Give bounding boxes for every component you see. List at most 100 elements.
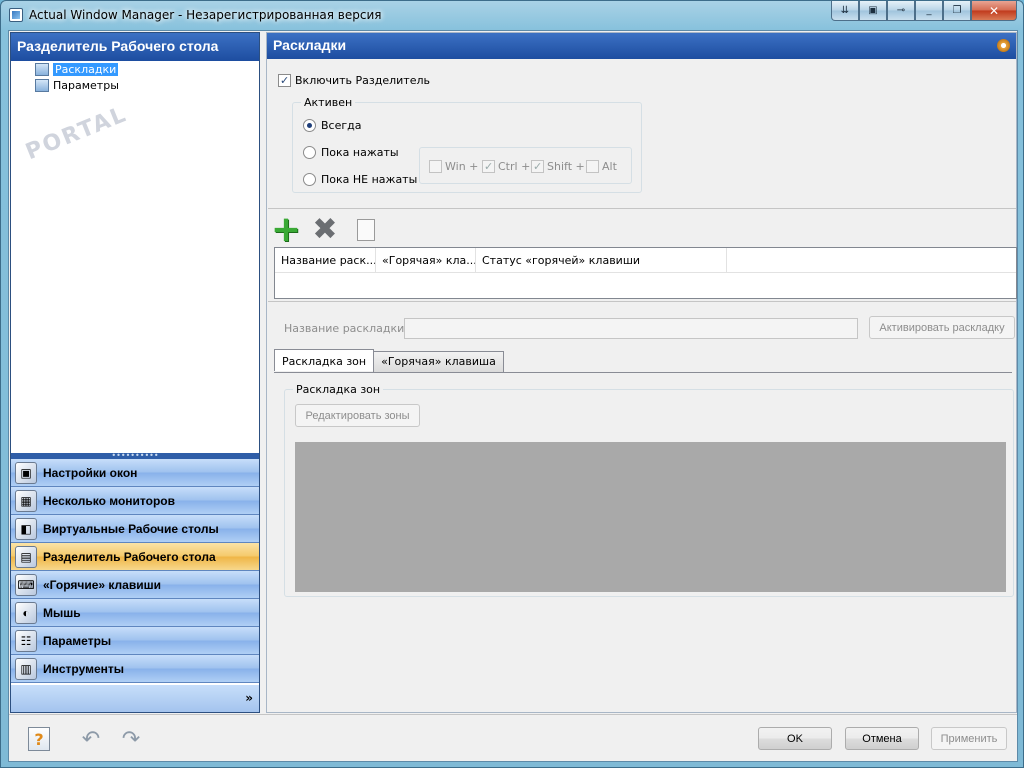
column-header-name[interactable]: Название раск... xyxy=(275,248,376,272)
nav-item-label: «Горячие» клавиши xyxy=(43,577,161,592)
nav-item-label: Мышь xyxy=(43,605,81,620)
ctrl-checkbox[interactable] xyxy=(482,160,495,173)
mouse-icon: ◐ xyxy=(15,601,37,624)
win-checkbox[interactable] xyxy=(429,160,442,173)
layouts-toolbar: + ✖ xyxy=(268,208,1016,250)
active-group: Активен Всегда Пока нажаты Пока НЕ нажат… xyxy=(292,96,642,193)
hotkey-label: Win + xyxy=(445,160,479,173)
minimize-button[interactable]: _ xyxy=(915,1,943,21)
redo-icon: ↷ xyxy=(121,726,141,752)
column-header-hotkey[interactable]: «Горячая» кла... xyxy=(376,248,476,272)
nav-item-label: Инструменты xyxy=(43,661,125,676)
column-header-hotkey-status[interactable]: Статус «горячей» клавиши xyxy=(476,248,727,272)
window-title: Actual Window Manager - Незарегистрирова… xyxy=(29,8,382,22)
hotkey-label: Ctrl + xyxy=(498,160,531,173)
hotkey-label: Alt xyxy=(602,160,617,173)
window-settings-icon: ▣ xyxy=(15,461,37,484)
alt-checkbox[interactable] xyxy=(586,160,599,173)
help-button[interactable]: ? xyxy=(25,725,53,753)
bottom-bar: ? ↶ ↷ OK Отмена Применить xyxy=(9,714,1017,761)
roll-up-icon[interactable]: ⇊ xyxy=(831,1,859,21)
maximize-button[interactable]: ❐ xyxy=(943,1,971,21)
nav-item-desktop-divider[interactable]: ▤ Разделитель Рабочего стола xyxy=(11,543,259,571)
nav-item-label: Настройки окон xyxy=(43,465,138,480)
nav-item-monitors[interactable]: ▦ Несколько мониторов xyxy=(11,487,259,515)
radio-while-not-pressed[interactable] xyxy=(303,173,316,186)
hotkey-win[interactable]: Win + xyxy=(429,160,478,173)
copy-icon xyxy=(352,215,375,241)
nav-list: ▣ Настройки окон ▦ Несколько мониторов ◧… xyxy=(11,459,259,683)
help-icon: ? xyxy=(28,727,50,751)
hotkey-alt[interactable]: Alt xyxy=(586,160,617,173)
redo-button[interactable]: ↷ xyxy=(117,725,145,753)
pin-icon[interactable]: ⊸ xyxy=(887,1,915,21)
right-panel-title: Раскладки xyxy=(267,33,1016,59)
apply-button[interactable]: Применить xyxy=(931,727,1007,750)
tab-zone-layout[interactable]: Раскладка зон xyxy=(274,349,375,371)
nav-item-tools[interactable]: ▥ Инструменты xyxy=(11,655,259,683)
layout-name-label: Название раскладки: xyxy=(284,322,408,335)
radio-while-pressed-row[interactable]: Пока нажаты xyxy=(303,146,399,159)
aero-icon[interactable]: ▣ xyxy=(859,1,887,21)
desktop-divider-icon: ▤ xyxy=(15,545,37,568)
shift-checkbox[interactable] xyxy=(531,160,544,173)
zone-preview xyxy=(295,442,1006,592)
modifier-keys-box: Win + Ctrl + Shift + Alt xyxy=(419,147,632,184)
zone-layout-group: Раскладка зон Редактировать зоны xyxy=(284,383,1014,597)
tab-body: Раскладка зон Редактировать зоны xyxy=(274,372,1014,632)
plus-icon: + xyxy=(270,209,302,250)
ok-button[interactable]: OK xyxy=(758,727,832,750)
radio-while-pressed[interactable] xyxy=(303,146,316,159)
active-group-legend: Активен xyxy=(301,96,356,109)
title-bar[interactable]: Actual Window Manager - Незарегистрирова… xyxy=(1,1,1023,29)
undo-button[interactable]: ↶ xyxy=(77,725,105,753)
cancel-button[interactable]: Отмена xyxy=(845,727,919,750)
monitors-icon: ▦ xyxy=(15,489,37,512)
add-layout-button[interactable]: + xyxy=(270,209,302,250)
table-header: Название раск... «Горячая» кла... Статус… xyxy=(275,248,1016,273)
left-panel-title: Разделитель Рабочего стола xyxy=(11,33,259,61)
nav-item-virtual-desktops[interactable]: ◧ Виртуальные Рабочие столы xyxy=(11,515,259,543)
settings-tree: Раскладки Параметры PORTAL xyxy=(11,61,259,453)
nav-item-hotkeys[interactable]: ⌨ «Горячие» клавиши xyxy=(11,571,259,599)
tab-strip: Раскладка зон «Горячая» клавиша xyxy=(274,349,504,372)
options-icon: ☷ xyxy=(15,629,37,652)
layouts-icon xyxy=(35,63,49,76)
hotkey-shift[interactable]: Shift + xyxy=(531,160,585,173)
nav-item-label: Несколько мониторов xyxy=(43,493,176,508)
tools-icon: ▥ xyxy=(15,657,37,680)
enable-divider-label: Включить Разделитель xyxy=(295,74,430,87)
enable-divider-checkbox[interactable] xyxy=(278,74,291,87)
nav-expand-button[interactable]: » xyxy=(11,685,259,712)
tree-item-options[interactable]: Параметры xyxy=(35,79,119,92)
layouts-table[interactable]: Название раск... «Горячая» кла... Статус… xyxy=(274,247,1017,299)
settings-gear-icon[interactable] xyxy=(997,39,1010,52)
copy-layout-button[interactable] xyxy=(352,215,380,244)
right-panel: Раскладки Включить Разделитель Активен В… xyxy=(266,32,1017,713)
radio-while-not-pressed-row[interactable]: Пока НЕ нажаты xyxy=(303,173,417,186)
hotkey-ctrl[interactable]: Ctrl + xyxy=(482,160,530,173)
tree-item-label: Параметры xyxy=(53,79,119,92)
tab-hotkey[interactable]: «Горячая» клавиша xyxy=(373,351,504,372)
nav-item-window-settings[interactable]: ▣ Настройки окон xyxy=(11,459,259,487)
close-button[interactable]: ✕ xyxy=(971,1,1017,21)
tree-item-layouts[interactable]: Раскладки xyxy=(35,63,119,76)
caption-buttons: ⇊ ▣ ⊸ _ ❐ ✕ xyxy=(831,1,1017,21)
radio-always-row[interactable]: Всегда xyxy=(303,119,362,132)
left-panel: Разделитель Рабочего стола Раскладки Пар… xyxy=(10,32,260,713)
radio-always[interactable] xyxy=(303,119,316,132)
nav-item-label: Параметры xyxy=(43,633,112,648)
tree-item-label: Раскладки xyxy=(53,63,119,76)
undo-icon: ↶ xyxy=(81,726,101,752)
delete-layout-button[interactable]: ✖ xyxy=(311,212,339,247)
activate-layout-button[interactable]: Активировать раскладку xyxy=(869,316,1015,339)
delete-icon: ✖ xyxy=(312,212,338,247)
page-title: Раскладки xyxy=(273,37,347,53)
watermark-logo: PORTAL xyxy=(22,101,131,166)
nav-item-mouse[interactable]: ◐ Мышь xyxy=(11,599,259,627)
edit-zones-button[interactable]: Редактировать зоны xyxy=(295,404,420,427)
nav-item-options[interactable]: ☷ Параметры xyxy=(11,627,259,655)
app-icon[interactable] xyxy=(9,8,23,22)
enable-divider-row[interactable]: Включить Разделитель xyxy=(278,74,430,87)
layout-name-input[interactable] xyxy=(404,318,858,339)
